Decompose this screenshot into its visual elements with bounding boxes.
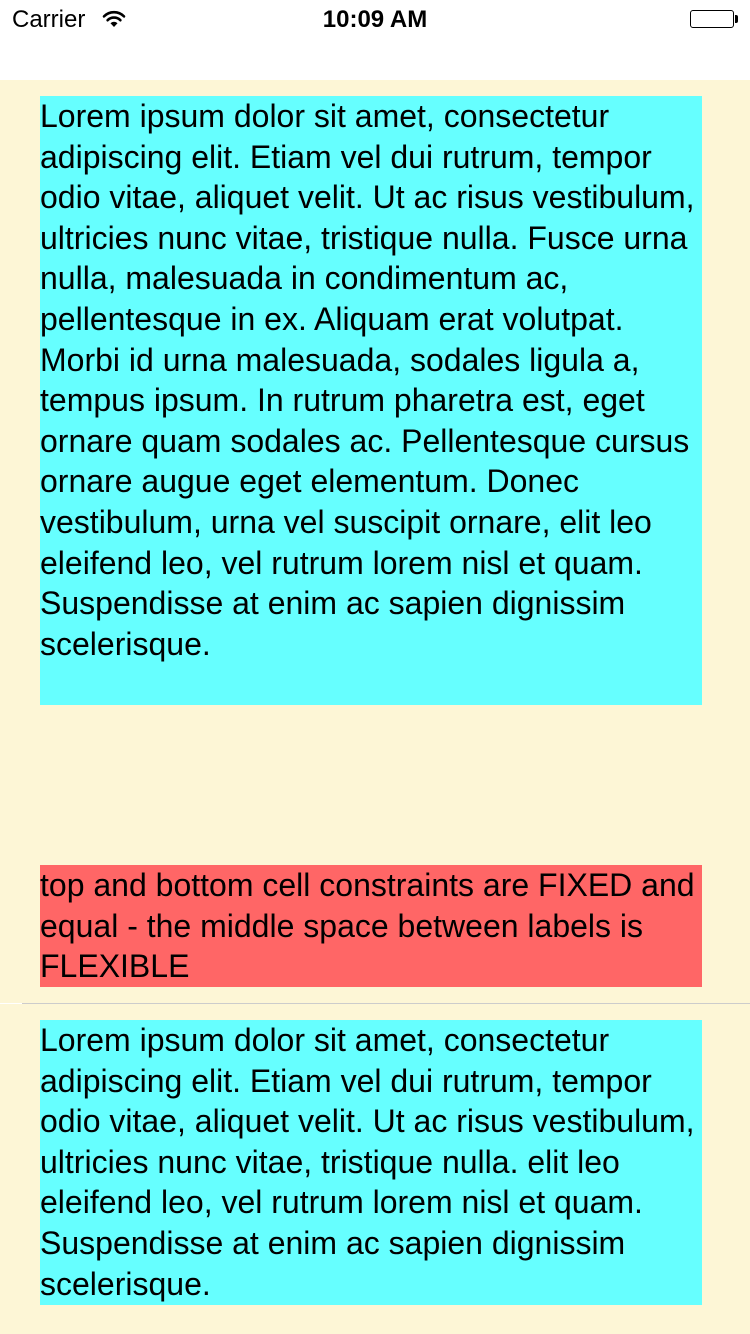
table-cell[interactable]: Lorem ipsum dolor sit amet, consectetur …: [0, 80, 750, 1003]
table-cell[interactable]: Lorem ipsum dolor sit amet, consectetur …: [0, 1004, 750, 1334]
table-view[interactable]: Lorem ipsum dolor sit amet, consectetur …: [0, 80, 750, 1334]
top-label: Lorem ipsum dolor sit amet, consectetur …: [40, 96, 702, 705]
clock-time: 10:09 AM: [322, 6, 428, 33]
battery-icon: [690, 10, 740, 30]
status-bar: Carrier 10:09 AM: [0, 0, 750, 40]
bottom-label: top and bottom cell constraints are FIXE…: [40, 865, 702, 987]
top-label: Lorem ipsum dolor sit amet, consectetur …: [40, 1020, 702, 1305]
